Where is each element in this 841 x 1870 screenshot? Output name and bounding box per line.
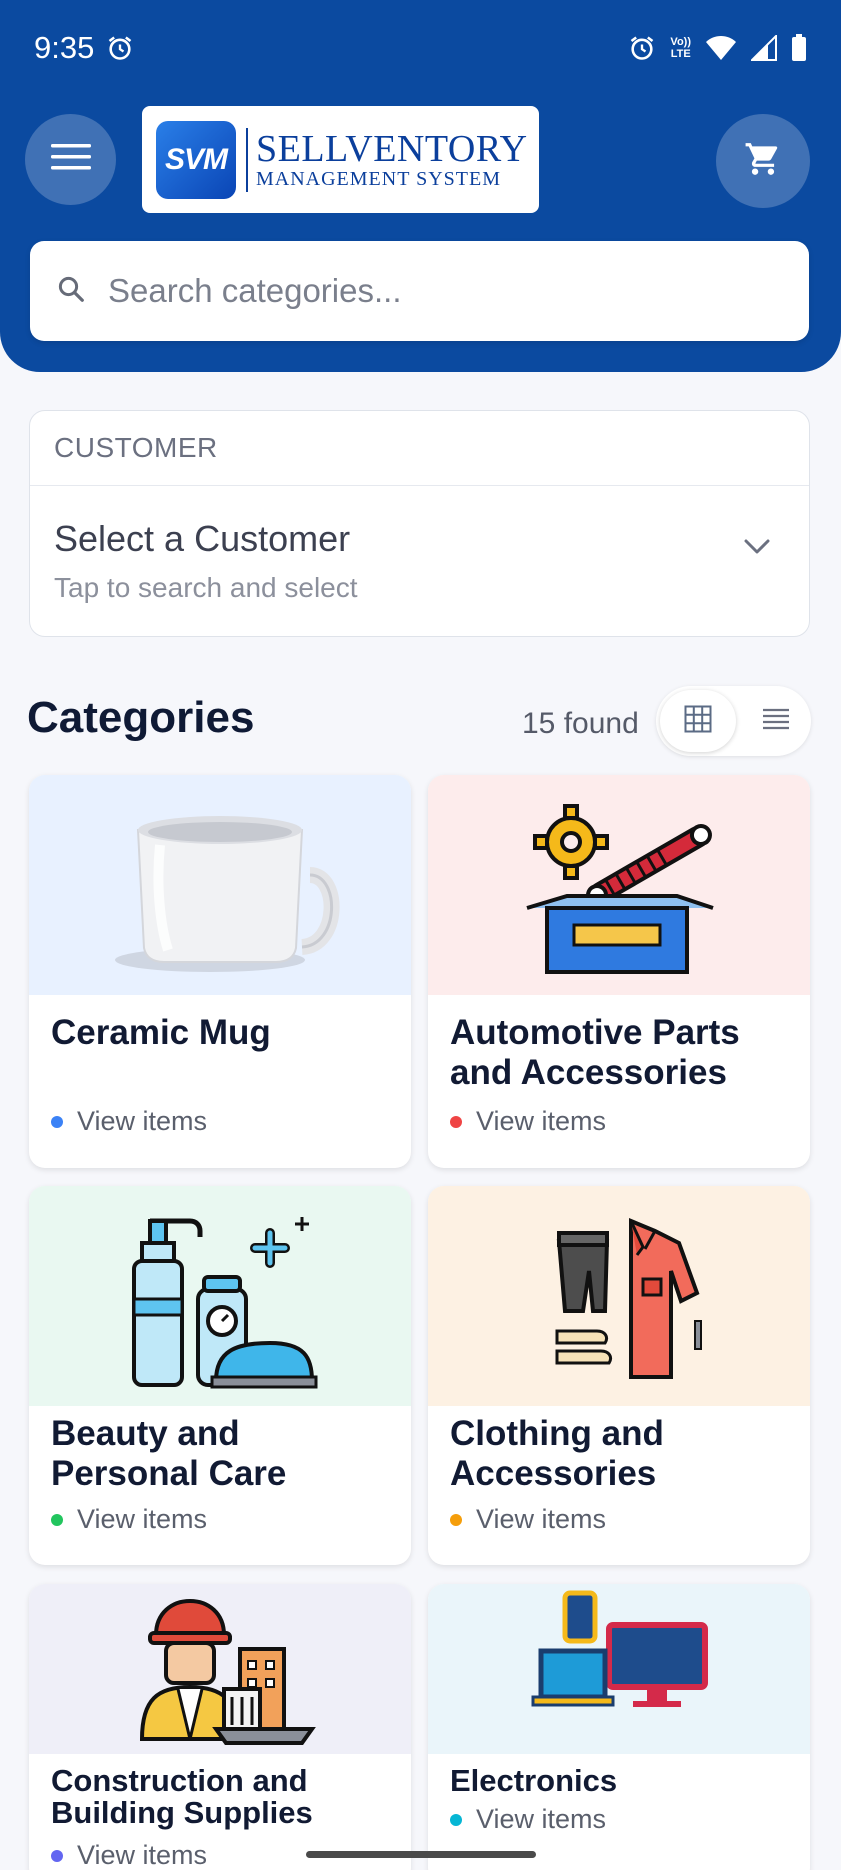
view-items-link[interactable]: View items	[450, 1804, 606, 1835]
status-bar: 9:35 Vo)) LTE	[34, 28, 807, 68]
status-time: 9:35	[34, 30, 95, 65]
search-icon	[56, 274, 86, 309]
view-items-link[interactable]: View items	[450, 1106, 606, 1137]
cart-icon	[743, 140, 783, 183]
category-name: Ceramic Mug	[51, 1013, 271, 1052]
category-name: Electronics	[450, 1763, 618, 1798]
home-indicator[interactable]	[306, 1851, 536, 1858]
category-name: Beauty and Personal Care	[51, 1414, 287, 1493]
category-dot	[51, 1513, 63, 1526]
category-image	[29, 1584, 411, 1754]
view-items-label: View items	[476, 1504, 607, 1534]
category-image	[428, 1584, 810, 1754]
category-dot	[450, 1115, 462, 1128]
view-items-label: View items	[476, 1804, 607, 1834]
list-view-button[interactable]	[748, 690, 804, 752]
category-card-construction[interactable]: Construction and Building Supplies View …	[29, 1584, 411, 1870]
signal-icon	[751, 35, 777, 61]
category-name: Automotive Parts and Accessories	[450, 1013, 740, 1092]
category-card-clothing[interactable]: Clothing and Accessories View items	[428, 1186, 810, 1565]
list-icon	[762, 708, 790, 735]
battery-icon	[791, 34, 807, 62]
cart-button[interactable]	[716, 114, 810, 208]
alarm-icon	[628, 34, 656, 62]
chevron-down-icon	[743, 538, 771, 561]
status-icons: Vo)) LTE	[628, 34, 807, 62]
category-dot	[450, 1513, 462, 1526]
category-image	[428, 775, 810, 995]
app-logo: SVM SELLVENTORY MANAGEMENT SYSTEM	[142, 106, 539, 213]
app-header: 9:35 Vo)) LTE SVM SELLVENTORY MANAGEMENT…	[0, 0, 841, 372]
status-time-group: 9:35	[34, 30, 134, 66]
category-image	[29, 775, 411, 995]
customer-select-title: Select a Customer	[54, 518, 351, 559]
category-dot	[51, 1115, 63, 1128]
search-bar[interactable]	[30, 241, 809, 341]
grid-icon	[684, 705, 712, 738]
view-items-label: View items	[476, 1106, 607, 1136]
logo-divider	[246, 127, 248, 192]
category-dot	[450, 1813, 462, 1826]
category-image	[29, 1186, 411, 1406]
customer-card: CUSTOMER Select a Customer Tap to search…	[29, 410, 810, 637]
categories-title: Categories	[27, 693, 255, 742]
menu-button[interactable]	[25, 114, 116, 205]
category-dot	[51, 1849, 63, 1862]
view-items-link[interactable]: View items	[450, 1504, 606, 1535]
view-items-label: View items	[77, 1504, 208, 1534]
customer-select[interactable]: Select a Customer Tap to search and sele…	[30, 486, 809, 604]
view-items-link[interactable]: View items	[51, 1504, 207, 1535]
category-name: Clothing and Accessories	[450, 1414, 664, 1493]
logo-mark: SVM	[156, 120, 236, 199]
logo-text: SELLVENTORY MANAGEMENT SYSTEM	[256, 130, 528, 190]
category-card-beauty[interactable]: Beauty and Personal Care View items	[29, 1186, 411, 1565]
category-card-ceramic-mug[interactable]: Ceramic Mug View items	[29, 775, 411, 1168]
view-items-label: View items	[77, 1106, 208, 1136]
volte-icon: Vo)) LTE	[670, 36, 691, 60]
category-name: Construction and Building Supplies	[51, 1763, 313, 1830]
search-input[interactable]	[108, 272, 708, 310]
category-card-automotive[interactable]: Automotive Parts and Accessories View it…	[428, 775, 810, 1168]
view-items-label: View items	[77, 1840, 208, 1870]
view-items-link[interactable]: View items	[51, 1840, 207, 1870]
volte-top: Vo))	[670, 36, 691, 48]
wifi-icon	[705, 35, 737, 61]
view-toggle	[656, 686, 811, 756]
customer-select-hint: Tap to search and select	[54, 572, 358, 603]
grid-view-button[interactable]	[660, 690, 736, 752]
customer-section-label: CUSTOMER	[30, 411, 809, 486]
categories-count: 15 found	[522, 707, 639, 740]
volte-bottom: LTE	[670, 48, 691, 60]
logo-title: SELLVENTORY	[256, 127, 528, 170]
view-items-link[interactable]: View items	[51, 1106, 207, 1137]
alarm-icon	[106, 34, 134, 62]
logo-subtitle: MANAGEMENT SYSTEM	[256, 167, 501, 190]
category-card-electronics[interactable]: Electronics View items	[428, 1584, 810, 1870]
hamburger-icon	[50, 143, 91, 176]
category-image	[428, 1186, 810, 1406]
